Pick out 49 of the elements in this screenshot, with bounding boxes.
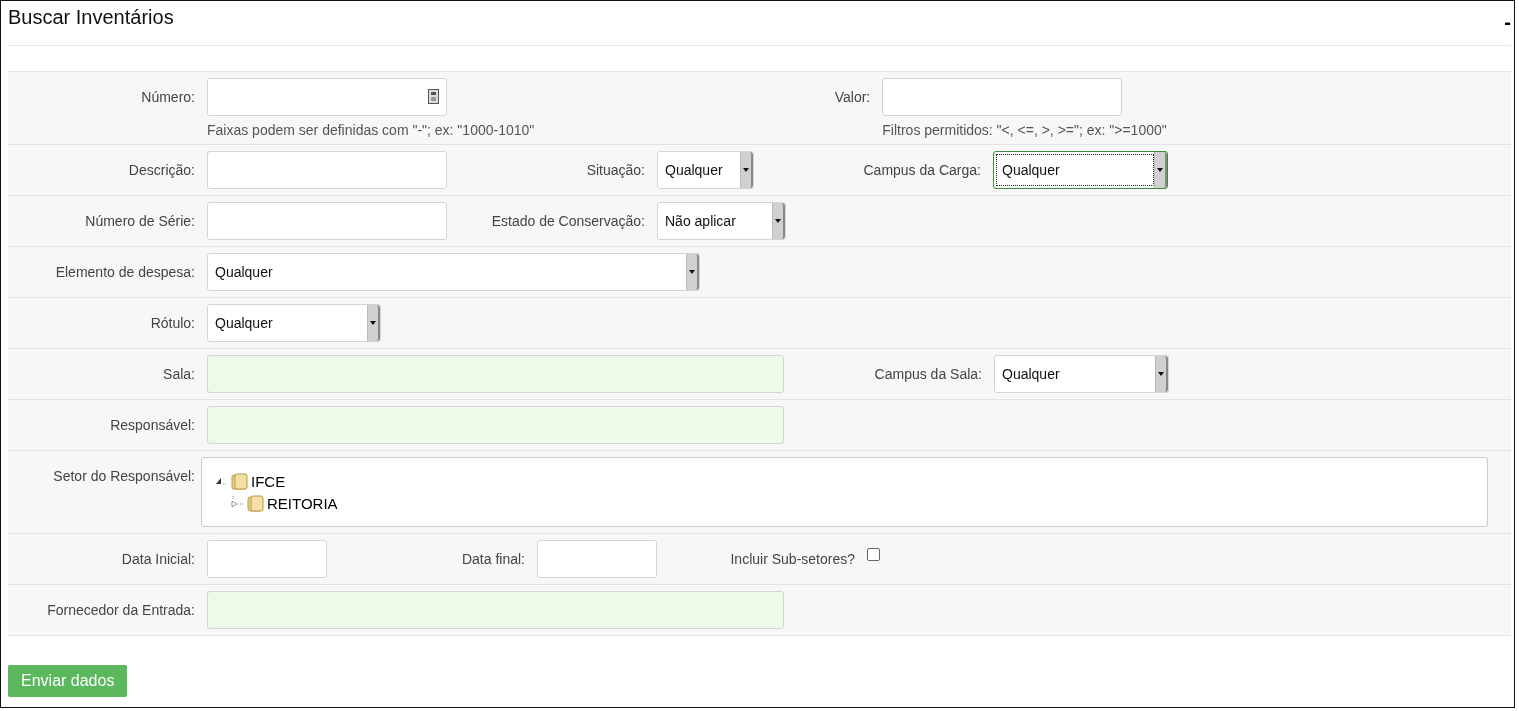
field-hint: Faixas podem ser definidas com "-"; ex: "1000-1010"	[207, 122, 535, 138]
lookup-field[interactable]	[207, 591, 784, 629]
field-hint: Filtros permitidos: "<, <=, >, >="; ex: ">=1000"	[882, 122, 1167, 138]
text-field[interactable]	[207, 151, 447, 189]
number-field[interactable]	[207, 78, 447, 116]
folder-icon	[231, 472, 248, 490]
lookup-field[interactable]	[207, 355, 784, 393]
field-label: Campus da Sala:	[873, 365, 983, 384]
field-label: Data final:	[460, 550, 526, 569]
calculator-icon[interactable]	[428, 89, 439, 104]
field-label: Elemento de despesa:	[54, 263, 196, 282]
field-label: Setor do Responsável:	[52, 467, 196, 486]
dropdown-caret-icon	[1157, 168, 1163, 172]
tree-node-label[interactable]: IFCE	[251, 472, 286, 490]
collapse-toggle[interactable]: -	[1504, 10, 1511, 34]
field-label: Rótulo:	[149, 314, 196, 333]
dropdown-caret-icon	[689, 270, 695, 274]
field-label: Descrição:	[127, 161, 196, 180]
folder-icon	[247, 494, 264, 512]
field-label: Incluir Sub-setores?	[729, 550, 856, 569]
field-label: Número de Série:	[84, 212, 196, 231]
tree-node-label[interactable]: REITORIA	[267, 494, 338, 512]
field-label: Número:	[140, 88, 196, 107]
checkbox[interactable]	[867, 548, 880, 561]
dropdown[interactable]: Qualquer	[657, 151, 754, 189]
field-label: Estado de Conservação:	[490, 212, 646, 231]
dropdown[interactable]: Não aplicar	[657, 202, 786, 240]
dropdown-caret-icon	[370, 321, 376, 325]
dropdown[interactable]: Qualquer	[207, 253, 700, 291]
dropdown[interactable]: Qualquer	[994, 355, 1169, 393]
field-label: Campus da Carga:	[862, 161, 982, 180]
field-label: Situação:	[585, 161, 646, 180]
dropdown-caret-icon	[743, 168, 749, 172]
collapsed-tree-icon[interactable]	[230, 496, 244, 510]
field-label: Responsável:	[109, 416, 196, 435]
date-field[interactable]	[207, 540, 327, 578]
date-field[interactable]	[537, 540, 657, 578]
text-field[interactable]	[882, 78, 1123, 116]
dropdown[interactable]: Qualquer	[207, 304, 381, 342]
field-label: Fornecedor da Entrada:	[46, 601, 196, 620]
field-label: Data Inicial:	[120, 550, 196, 569]
dropdown[interactable]: Qualquer	[993, 151, 1168, 189]
field-label: Valor:	[833, 88, 872, 107]
text-field[interactable]	[207, 202, 447, 240]
panel-title: Buscar Inventários	[8, 5, 174, 29]
dropdown-caret-icon	[1158, 372, 1164, 376]
lookup-field[interactable]	[207, 406, 784, 444]
field-label: Sala:	[162, 365, 196, 384]
dropdown-caret-icon	[775, 219, 781, 223]
